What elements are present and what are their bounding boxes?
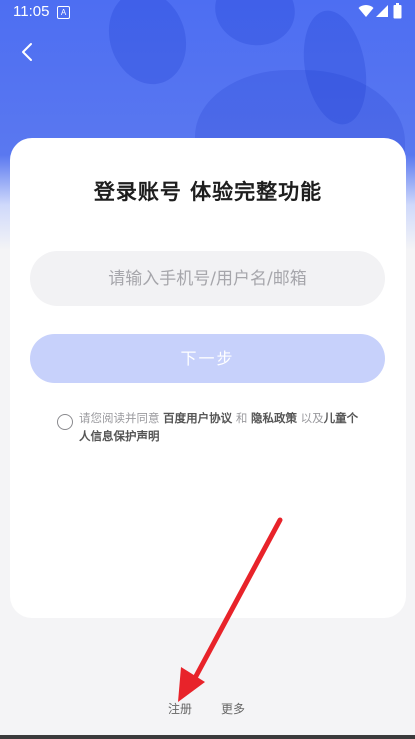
back-arrow-icon[interactable] bbox=[16, 40, 40, 64]
agreement-checkbox[interactable] bbox=[57, 414, 73, 430]
next-button[interactable]: 下一步 bbox=[30, 334, 385, 383]
register-link[interactable]: 注册 bbox=[168, 700, 192, 717]
wifi-icon bbox=[358, 5, 374, 18]
user-agreement-link[interactable]: 百度用户协议 bbox=[163, 411, 232, 425]
status-time: 11:05 bbox=[13, 3, 50, 20]
signal-icon bbox=[376, 5, 388, 17]
system-nav-bar bbox=[0, 735, 415, 739]
notification-a-icon: A bbox=[57, 6, 70, 19]
agreement-prefix: 请您阅读并同意 bbox=[79, 411, 160, 425]
account-input[interactable] bbox=[30, 251, 385, 306]
login-card: 登录账号 体验完整功能 下一步 请您阅读并同意 百度用户协议 和 隐私政策 以及… bbox=[10, 138, 406, 618]
page-title: 登录账号 体验完整功能 bbox=[93, 180, 323, 204]
more-link[interactable]: 更多 bbox=[221, 700, 245, 717]
agreement-text: 请您阅读并同意 百度用户协议 和 隐私政策 以及儿童个人信息保护声明 bbox=[79, 409, 369, 445]
privacy-policy-link[interactable]: 隐私政策 bbox=[251, 411, 297, 425]
agreement-and-also: 以及 bbox=[300, 411, 324, 425]
footer: 注册 更多 bbox=[0, 698, 415, 718]
status-bar: 11:05 A bbox=[0, 0, 415, 24]
agreement-and: 和 bbox=[235, 411, 248, 425]
battery-icon bbox=[393, 3, 402, 19]
